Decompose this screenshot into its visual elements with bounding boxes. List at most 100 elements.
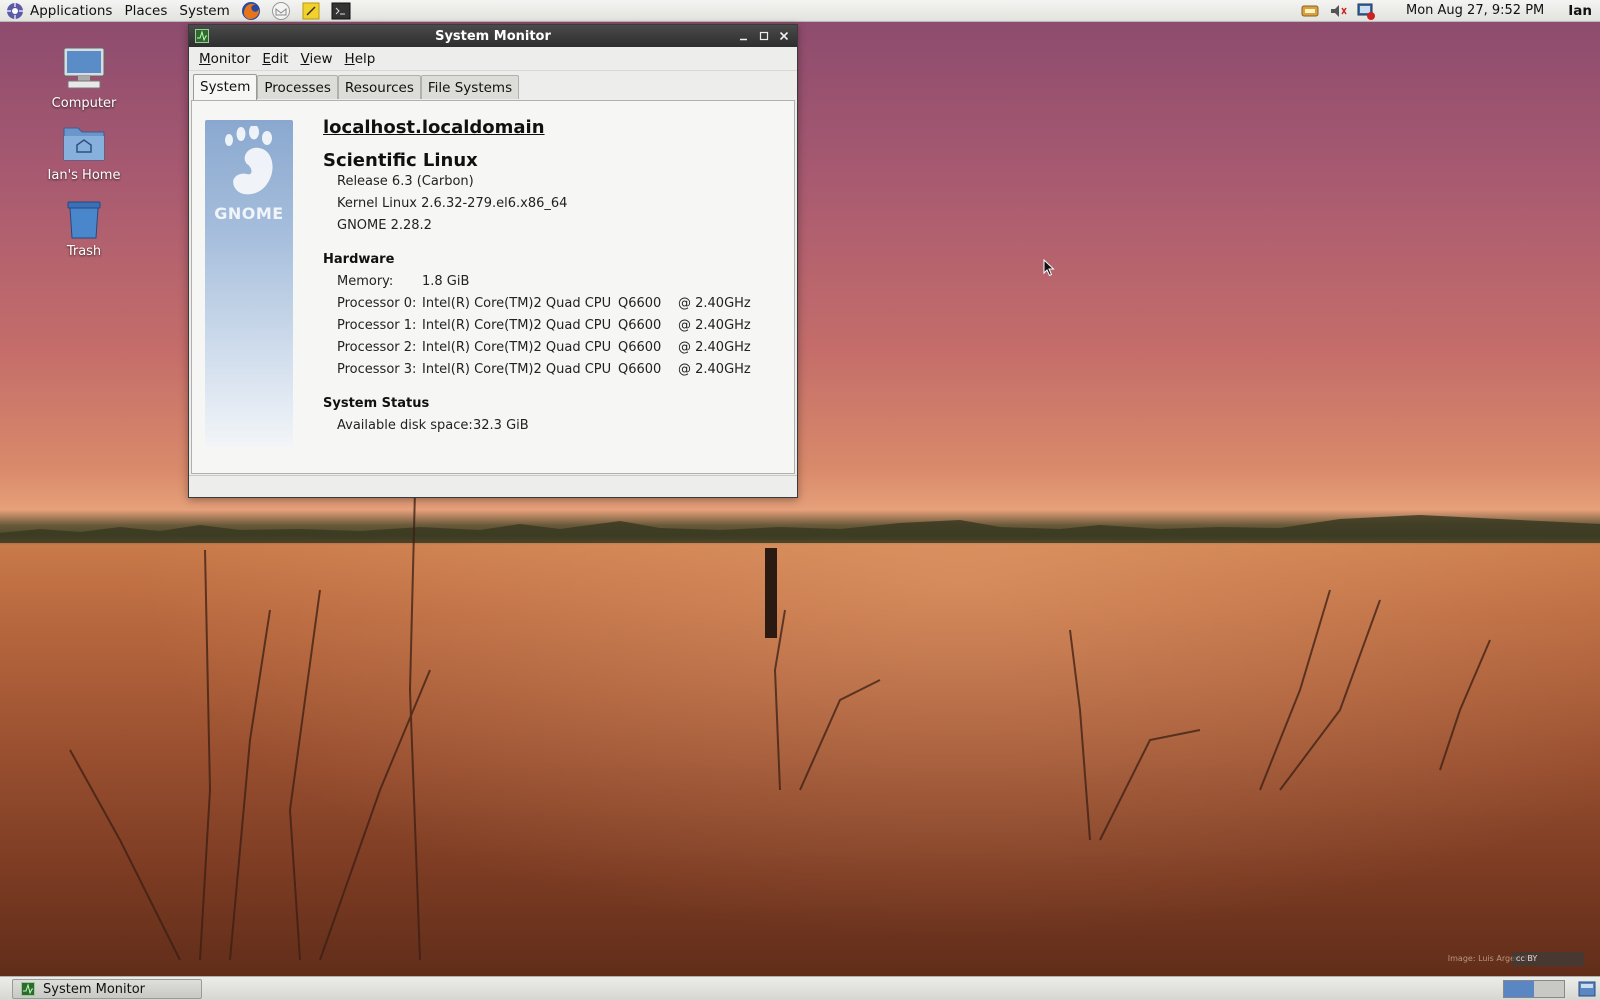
desktop-icon-trash[interactable]: Trash <box>29 198 139 259</box>
menu-mnemonic: E <box>262 50 271 67</box>
mail-icon <box>271 1 290 20</box>
window-menubar: Monitor Edit View Help <box>189 47 797 71</box>
places-menu[interactable]: Places <box>118 0 173 22</box>
firefox-launcher[interactable] <box>239 0 263 22</box>
menu-view-rest: iew <box>309 50 333 67</box>
system-monitor-window: System Monitor Monitor Edit View Help Sy… <box>188 24 798 498</box>
workspace-1[interactable] <box>1504 981 1534 997</box>
processor-id: Q6600 <box>618 340 662 355</box>
update-tray[interactable] <box>1355 0 1377 22</box>
network-icon <box>1301 5 1319 16</box>
system-info: localhost.localdomain Scientific Linux R… <box>323 117 773 437</box>
workspace-switcher <box>1503 980 1565 998</box>
memory-row: Memory: 1.8 GiB <box>323 271 773 293</box>
places-menu-label: Places <box>124 2 168 19</box>
reeds <box>69 490 1491 960</box>
home-folder-icon <box>63 127 105 161</box>
processor-label: Processor 3: <box>337 362 417 377</box>
system-tray: Mon Aug 27, 9:52 PM Ian <box>1296 0 1600 22</box>
close-icon <box>779 31 789 41</box>
system-monitor-app-icon <box>21 982 35 996</box>
system-monitor-app-icon <box>195 29 209 43</box>
terminal-launcher[interactable] <box>329 0 353 22</box>
menu-mnemonic: M <box>199 50 211 67</box>
taskbar-system-monitor[interactable]: System Monitor <box>12 979 202 999</box>
desktop-icon-label: Trash <box>66 244 102 259</box>
processor-model: Intel(R) Core(TM)2 Quad CPU <box>422 296 612 311</box>
processor-row: Processor 3: Intel(R) Core(TM)2 Quad CPU… <box>323 359 773 381</box>
distro-name: Scientific Linux <box>323 150 478 171</box>
processor-row: Processor 1: Intel(R) Core(TM)2 Quad CPU… <box>323 315 773 337</box>
show-desktop-icon[interactable] <box>1578 981 1596 997</box>
processor-row: Processor 0: Intel(R) Core(TM)2 Quad CPU… <box>323 293 773 315</box>
menu-view[interactable]: View <box>294 49 338 69</box>
processor-label: Processor 1: <box>337 318 417 333</box>
tab-system[interactable]: System <box>193 74 258 100</box>
taskbar-label: System Monitor <box>43 981 146 997</box>
processor-model: Intel(R) Core(TM)2 Quad CPU <box>422 362 612 377</box>
menu-mnemonic: H <box>344 50 355 67</box>
notes-icon <box>302 2 320 19</box>
trash-icon <box>67 201 101 239</box>
menu-monitor[interactable]: Monitor <box>193 49 256 69</box>
desktop-icon-label: Ian's Home <box>47 168 121 183</box>
release-line: Release 6.3 (Carbon) <box>337 174 474 189</box>
close-button[interactable] <box>775 27 793 45</box>
terminal-icon <box>331 2 351 19</box>
menu-edit-rest: dit <box>270 50 289 67</box>
desktop-icon-home[interactable]: Ian's Home <box>29 122 139 183</box>
desktop-icon-computer[interactable]: Computer <box>29 44 139 111</box>
maximize-button[interactable] <box>755 27 773 45</box>
processor-label: Processor 2: <box>337 340 417 355</box>
tab-file-systems[interactable]: File Systems <box>420 75 520 99</box>
menu-help[interactable]: Help <box>339 49 382 69</box>
system-status-heading: System Status <box>323 396 430 411</box>
hostname: localhost.localdomain <box>323 117 545 138</box>
processor-speed: @ 2.40GHz <box>678 362 751 377</box>
mail-launcher[interactable] <box>269 0 293 22</box>
computer-icon <box>63 47 105 89</box>
processor-model: Intel(R) Core(TM)2 Quad CPU <box>422 340 612 355</box>
window-statusbar <box>189 475 797 497</box>
cc-badge: cc BY <box>1512 952 1584 966</box>
processor-label: Processor 0: <box>337 296 417 311</box>
applications-menu[interactable]: Applications <box>0 0 118 22</box>
minimize-icon <box>740 38 747 41</box>
desktop-icon-label: Computer <box>51 96 117 111</box>
disk-space-label: Available disk space: <box>337 418 473 433</box>
menu-monitor-rest: onitor <box>210 50 251 67</box>
minimize-button[interactable] <box>735 27 753 45</box>
volume-tray[interactable] <box>1327 0 1349 22</box>
user-menu[interactable]: Ian <box>1568 3 1592 19</box>
processor-id: Q6600 <box>618 296 662 311</box>
mouse-cursor-icon <box>1043 259 1055 277</box>
tab-processes[interactable]: Processes <box>257 75 338 99</box>
menu-edit[interactable]: Edit <box>256 49 294 69</box>
disk-space-row: Available disk space: 32.3 GiB <box>323 415 773 437</box>
window-title: System Monitor <box>435 28 551 44</box>
gnome-logo-text: GNOME <box>214 204 284 223</box>
system-tab-panel: GNOME localhost.localdomain Scientific L… <box>191 100 795 474</box>
system-menu[interactable]: System <box>173 0 235 22</box>
clock[interactable]: Mon Aug 27, 9:52 PM <box>1406 3 1544 18</box>
processor-row: Processor 2: Intel(R) Core(TM)2 Quad CPU… <box>323 337 773 359</box>
processor-speed: @ 2.40GHz <box>678 318 751 333</box>
tab-resources[interactable]: Resources <box>337 75 421 99</box>
disk-space-value: 32.3 GiB <box>473 418 529 433</box>
processor-speed: @ 2.40GHz <box>678 296 751 311</box>
top-panel: Applications Places System Mon Aug 27, 9… <box>0 0 1600 22</box>
firefox-icon <box>241 1 260 20</box>
gnome-logo-banner: GNOME <box>205 120 293 446</box>
bottom-panel: System Monitor <box>0 976 1600 1000</box>
gnome-foot-icon <box>7 2 23 19</box>
window-titlebar[interactable]: System Monitor <box>189 25 797 47</box>
maximize-icon <box>759 31 769 41</box>
menu-help-rest: elp <box>354 50 376 67</box>
kernel-line: Kernel Linux 2.6.32-279.el6.x86_64 <box>337 196 568 211</box>
network-tray[interactable] <box>1299 0 1321 22</box>
processor-id: Q6600 <box>618 318 662 333</box>
memory-label: Memory: <box>337 274 394 289</box>
workspace-2[interactable] <box>1534 981 1564 997</box>
notes-launcher[interactable] <box>299 0 323 22</box>
memory-value: 1.8 GiB <box>422 274 470 289</box>
